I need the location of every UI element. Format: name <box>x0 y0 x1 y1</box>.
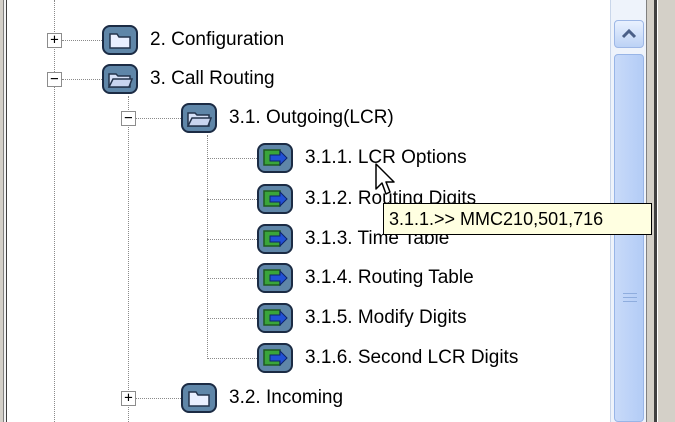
tree-node-label: 3.1.4. Routing Table <box>305 267 474 288</box>
scroll-thumb[interactable] <box>614 54 644 422</box>
tree-node-outgoing-lcr[interactable]: 3.1. Outgoing(LCR) <box>181 98 394 138</box>
tree-node-label: 3.1.6. Second LCR Digits <box>305 347 519 368</box>
green-arrow-page-icon <box>257 184 293 214</box>
tree-line <box>207 318 257 319</box>
chevron-up-icon <box>621 28 637 39</box>
tree-node-label: 3.1. Outgoing(LCR) <box>229 107 394 128</box>
green-arrow-page-icon <box>257 343 293 373</box>
collapse-button[interactable]: − <box>121 111 136 126</box>
expand-button[interactable]: + <box>121 391 136 406</box>
tree-line <box>207 358 257 359</box>
tree-node-label: 2. Configuration <box>150 29 285 50</box>
tooltip: 3.1.1.>> MMC210,501,716 <box>383 203 652 235</box>
tree-line <box>136 398 181 399</box>
tree-node-lcr-options[interactable]: 3.1.1. LCR Options <box>257 138 467 178</box>
tree-window: + − − + 2. Configuration 3. Call Routing… <box>0 0 675 422</box>
tree-node-label: 3. Call Routing <box>150 68 275 89</box>
tree-node-modify-digits[interactable]: 3.1.5. Modify Digits <box>257 298 467 338</box>
tree-line <box>128 96 129 422</box>
tree-node-incoming[interactable]: 3.2. Incoming <box>181 378 343 418</box>
tree-line <box>207 158 257 159</box>
open-folder-icon <box>181 103 217 133</box>
open-folder-icon <box>102 64 138 94</box>
tree-node-configuration[interactable]: 2. Configuration <box>102 20 284 60</box>
thumb-grip <box>623 293 637 294</box>
tree-line <box>207 278 257 279</box>
green-arrow-page-icon <box>257 263 293 293</box>
splitter-panel[interactable] <box>657 0 675 422</box>
tree-node-routing-table[interactable]: 3.1.4. Routing Table <box>257 258 474 298</box>
tree-line <box>207 199 257 200</box>
thumb-grip <box>623 301 637 302</box>
green-arrow-page-icon <box>257 224 293 254</box>
tree-line <box>54 0 55 422</box>
green-arrow-page-icon <box>257 143 293 173</box>
scroll-up-button[interactable] <box>614 20 644 48</box>
folder-icon <box>181 383 217 413</box>
tree-line <box>136 118 181 119</box>
tree-line <box>62 40 102 41</box>
tree-node-call-routing[interactable]: 3. Call Routing <box>102 59 275 99</box>
tree-node-label: 3.2. Incoming <box>229 387 344 408</box>
tree-line <box>207 135 208 359</box>
tree-line <box>207 239 257 240</box>
collapse-button[interactable]: − <box>47 72 62 87</box>
tree-node-label: 3.1.5. Modify Digits <box>305 307 467 328</box>
tree-node-second-lcr-digits[interactable]: 3.1.6. Second LCR Digits <box>257 338 518 378</box>
folder-icon <box>102 25 138 55</box>
thumb-grip <box>623 297 637 298</box>
tree-line <box>62 79 102 80</box>
mouse-pointer-icon <box>375 163 395 195</box>
green-arrow-page-icon <box>257 303 293 333</box>
expand-button[interactable]: + <box>47 33 62 48</box>
